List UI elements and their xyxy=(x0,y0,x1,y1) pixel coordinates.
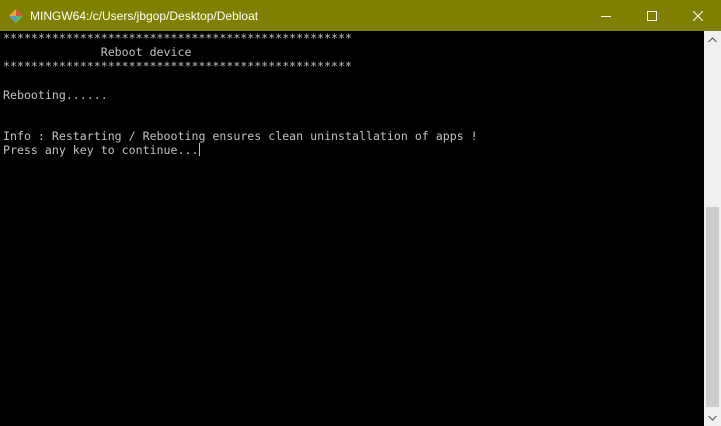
terminal-prompt-line: Press any key to continue... xyxy=(3,143,201,157)
scrollbar-thumb[interactable] xyxy=(706,207,719,407)
mingw-diamond-icon xyxy=(9,8,23,23)
vertical-scrollbar[interactable] xyxy=(704,31,721,426)
minimize-button[interactable] xyxy=(583,0,629,31)
terminal-line: ****************************************… xyxy=(3,59,353,73)
close-icon xyxy=(693,10,703,21)
window-controls xyxy=(583,0,721,31)
terminal-line: Info : Restarting / Rebooting ensures cl… xyxy=(3,129,478,143)
text-cursor xyxy=(199,143,201,156)
terminal-line: Rebooting...... xyxy=(3,88,108,102)
chevron-up-icon xyxy=(708,36,717,42)
close-button[interactable] xyxy=(675,0,721,31)
chevron-down-icon xyxy=(708,415,717,421)
maximize-icon xyxy=(647,10,657,21)
window-title: MINGW64:/c/Users/jbgop/Desktop/Debloat xyxy=(30,8,259,23)
scroll-up-button[interactable] xyxy=(704,31,721,48)
maximize-button[interactable] xyxy=(629,0,675,31)
terminal-line: ****************************************… xyxy=(3,31,353,45)
scroll-down-button[interactable] xyxy=(704,409,721,426)
minimize-icon xyxy=(601,15,611,17)
prompt-text: Press any key to continue... xyxy=(3,143,199,157)
terminal-line: Reboot device xyxy=(3,45,192,59)
title-bar[interactable]: MINGW64:/c/Users/jbgop/Desktop/Debloat xyxy=(0,0,721,31)
terminal-window: MINGW64:/c/Users/jbgop/Desktop/Debloat *… xyxy=(0,0,721,426)
terminal-output[interactable]: ****************************************… xyxy=(0,31,704,426)
